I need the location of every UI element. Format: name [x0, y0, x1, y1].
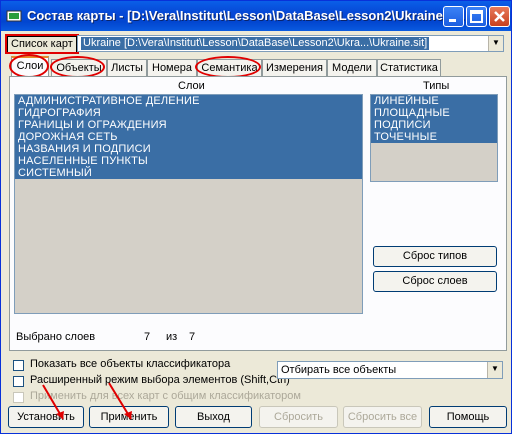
map-composition-window: Состав карты - [D:\Vera\Institut\Lesson\… [0, 0, 512, 434]
annotation-arrows [42, 382, 132, 420]
